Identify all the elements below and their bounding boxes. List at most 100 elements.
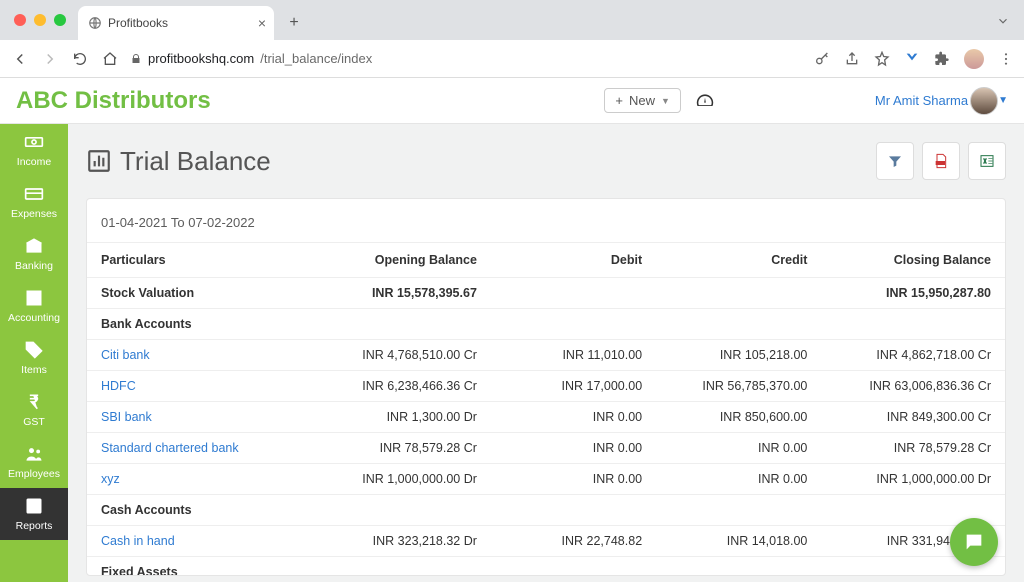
caret-down-icon: ▼ <box>661 96 670 106</box>
app-header: ABC Distributors + New ▼ Mr Amit Sharma … <box>0 78 1024 124</box>
debit-cell: INR 17,000.00 <box>491 371 656 402</box>
chat-icon <box>963 531 985 553</box>
reload-button[interactable] <box>70 49 90 69</box>
sidebar-item-accounting[interactable]: Accounting <box>0 280 68 332</box>
table-row: Cash in handINR 323,218.32 DrINR 22,748.… <box>87 526 1005 557</box>
tag-icon <box>24 340 44 360</box>
excel-icon <box>979 153 995 169</box>
sidebar-label: Banking <box>15 260 53 272</box>
tabs-dropdown-icon[interactable] <box>996 14 1010 28</box>
extension-y-icon[interactable] <box>904 51 920 67</box>
table-row: Fixed Assets <box>87 557 1005 577</box>
extensions-puzzle-icon[interactable] <box>934 51 950 67</box>
kebab-menu-icon[interactable] <box>998 51 1014 67</box>
sidebar-item-gst[interactable]: GST <box>0 384 68 436</box>
bars-icon <box>24 496 44 516</box>
opening-cell: INR 4,768,510.00 Cr <box>326 340 491 371</box>
tab-title: Profitbooks <box>108 16 168 30</box>
export-excel-button[interactable] <box>968 142 1006 180</box>
table-row: Citi bankINR 4,768,510.00 CrINR 11,010.0… <box>87 340 1005 371</box>
credit-cell <box>656 309 821 340</box>
user-name[interactable]: Mr Amit Sharma <box>875 93 968 108</box>
sidebar-label: Employees <box>8 468 60 480</box>
col-opening: Opening Balance <box>326 243 491 278</box>
sidebar-item-income[interactable]: Income <box>0 124 68 176</box>
particulars-cell[interactable]: SBI bank <box>87 402 326 433</box>
closing-cell: INR 78,579.28 Cr <box>821 433 1005 464</box>
particulars-cell[interactable]: Standard chartered bank <box>87 433 326 464</box>
opening-cell: INR 1,000,000.00 Dr <box>326 464 491 495</box>
opening-cell <box>326 309 491 340</box>
debit-cell <box>491 278 656 309</box>
chat-fab[interactable] <box>950 518 998 566</box>
credit-cell <box>656 278 821 309</box>
col-closing: Closing Balance <box>821 243 1005 278</box>
user-menu-caret-icon[interactable]: ▼ <box>998 95 1008 106</box>
lock-icon <box>130 53 142 65</box>
closing-cell: INR 1,000,000.00 Dr <box>821 464 1005 495</box>
sidebar-label: Accounting <box>8 312 60 324</box>
new-tab-button[interactable]: + <box>280 9 308 37</box>
debit-cell <box>491 557 656 577</box>
opening-cell: INR 6,238,466.36 Cr <box>326 371 491 402</box>
table-row: Standard chartered bankINR 78,579.28 CrI… <box>87 433 1005 464</box>
opening-cell: INR 1,300.00 Dr <box>326 402 491 433</box>
table-row: xyzINR 1,000,000.00 DrINR 0.00INR 0.00IN… <box>87 464 1005 495</box>
sidebar-label: GST <box>23 416 45 428</box>
credit-cell: INR 0.00 <box>656 464 821 495</box>
debit-cell: INR 0.00 <box>491 402 656 433</box>
bank-icon <box>24 236 44 256</box>
particulars-cell[interactable]: xyz <box>87 464 326 495</box>
sidebar-item-banking[interactable]: Banking <box>0 228 68 280</box>
closing-cell: INR 4,862,718.00 Cr <box>821 340 1005 371</box>
filter-icon <box>887 153 903 169</box>
opening-cell: INR 15,578,395.67 <box>326 278 491 309</box>
trial-balance-table: Particulars Opening Balance Debit Credit… <box>87 242 1005 576</box>
people-icon <box>24 444 44 464</box>
brand-title[interactable]: ABC Distributors <box>16 87 211 115</box>
closing-cell <box>821 309 1005 340</box>
export-pdf-button[interactable] <box>922 142 960 180</box>
sidebar-label: Items <box>21 364 47 376</box>
book-icon <box>24 288 44 308</box>
credit-cell: INR 850,600.00 <box>656 402 821 433</box>
col-debit: Debit <box>491 243 656 278</box>
opening-cell <box>326 557 491 577</box>
back-button[interactable] <box>10 49 30 69</box>
url-path: /trial_balance/index <box>260 51 372 66</box>
sidebar-item-items[interactable]: Items <box>0 332 68 384</box>
new-button[interactable]: + New ▼ <box>604 88 681 113</box>
particulars-cell: Stock Valuation <box>87 278 326 309</box>
credit-cell <box>656 557 821 577</box>
table-row: Stock ValuationINR 15,578,395.67INR 15,9… <box>87 278 1005 309</box>
share-icon[interactable] <box>844 51 860 67</box>
home-button[interactable] <box>100 49 120 69</box>
browser-tab[interactable]: Profitbooks × <box>78 6 274 40</box>
maximize-window-button[interactable] <box>54 14 66 26</box>
debit-cell: INR 11,010.00 <box>491 340 656 371</box>
key-icon[interactable] <box>814 51 830 67</box>
minimize-window-button[interactable] <box>34 14 46 26</box>
particulars-cell[interactable]: Cash in hand <box>87 526 326 557</box>
profile-avatar-icon[interactable] <box>964 49 984 69</box>
table-row: HDFCINR 6,238,466.36 CrINR 17,000.00INR … <box>87 371 1005 402</box>
dashboard-gauge-icon[interactable] <box>695 91 715 111</box>
bookmark-star-icon[interactable] <box>874 51 890 67</box>
bars-icon <box>86 148 112 174</box>
debit-cell: INR 0.00 <box>491 464 656 495</box>
debit-cell: INR 0.00 <box>491 433 656 464</box>
address-bar[interactable]: profitbookshq.com/trial_balance/index <box>130 51 804 66</box>
filter-button[interactable] <box>876 142 914 180</box>
particulars-cell[interactable]: Citi bank <box>87 340 326 371</box>
forward-button[interactable] <box>40 49 60 69</box>
particulars-cell[interactable]: HDFC <box>87 371 326 402</box>
close-tab-icon[interactable]: × <box>258 15 266 31</box>
close-window-button[interactable] <box>14 14 26 26</box>
user-avatar[interactable] <box>970 87 998 115</box>
sidebar-item-employees[interactable]: Employees <box>0 436 68 488</box>
credit-cell: INR 105,218.00 <box>656 340 821 371</box>
sidebar-item-expenses[interactable]: Expenses <box>0 176 68 228</box>
card-icon <box>24 184 44 204</box>
sidebar-item-reports[interactable]: Reports <box>0 488 68 540</box>
credit-cell: INR 0.00 <box>656 433 821 464</box>
